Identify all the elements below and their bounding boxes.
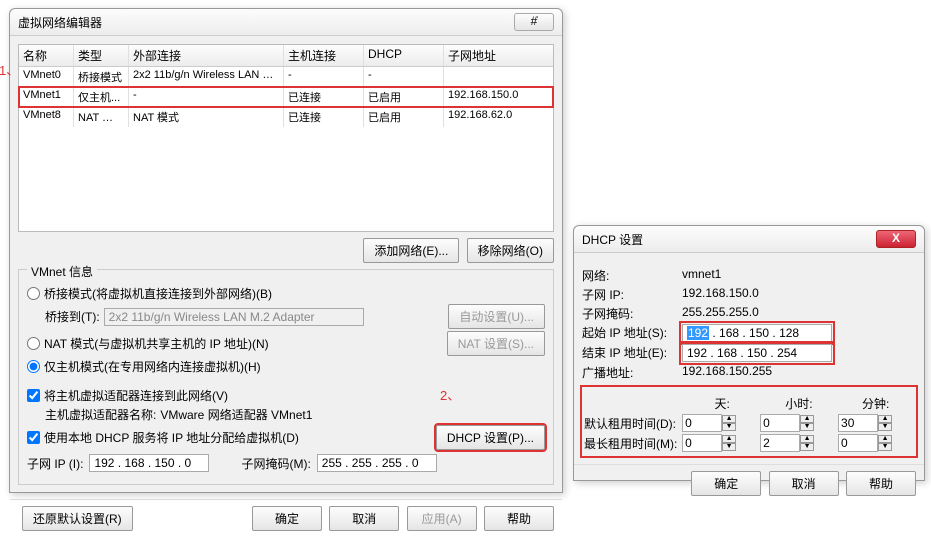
days-col: 天: xyxy=(684,395,761,412)
ok-button[interactable]: 确定 xyxy=(252,506,322,531)
broadcast-label: 广播地址: xyxy=(582,364,682,381)
cancel-button[interactable]: 取消 xyxy=(769,471,839,496)
col-type[interactable]: 类型 xyxy=(74,45,129,66)
network-value: vmnet1 xyxy=(682,267,721,284)
help-button[interactable]: 帮助 xyxy=(846,471,916,496)
remove-network-button[interactable]: 移除网络(O) xyxy=(467,238,554,263)
annotation-2: 2、 xyxy=(440,385,460,404)
bridge-mode-label: 桥接模式(将虚拟机直接连接到外部网络)(B) xyxy=(44,285,272,302)
nat-settings-button[interactable]: NAT 设置(S)... xyxy=(447,331,545,356)
dhcp-settings-dialog: DHCP 设置 X 网络:vmnet1 子网 IP:192.168.150.0 … xyxy=(573,225,925,481)
table-header: 名称 类型 外部连接 主机连接 DHCP 子网地址 xyxy=(19,45,553,67)
bridge-to-label: 桥接到(T): xyxy=(45,308,100,325)
auto-settings-button[interactable]: 自动设置(U)... xyxy=(448,304,545,329)
network-label: 网络: xyxy=(582,267,682,284)
subnet-ip-label: 子网 IP (I): xyxy=(27,455,83,472)
subnet-ip-value: 192.168.150.0 xyxy=(682,286,759,303)
spin-down-icon[interactable]: ▼ xyxy=(722,443,736,451)
default-lease-days[interactable] xyxy=(682,414,722,432)
end-ip-label: 结束 IP 地址(E): xyxy=(582,344,682,362)
default-lease-label: 默认租用时间(D): xyxy=(584,415,680,432)
annotation-1: 1、 xyxy=(0,60,19,79)
restore-defaults-button[interactable]: 还原默认设置(R) xyxy=(22,506,133,531)
connect-host-adapter-checkbox[interactable] xyxy=(27,389,40,402)
subnet-ip-label: 子网 IP: xyxy=(582,286,682,303)
use-dhcp-label: 使用本地 DHCP 服务将 IP 地址分配给虚拟机(D) xyxy=(44,429,299,446)
spin-up-icon[interactable]: ▲ xyxy=(878,415,892,423)
use-dhcp-checkbox[interactable] xyxy=(27,431,40,444)
subnet-mask-label: 子网掩码: xyxy=(582,305,682,322)
start-ip-label: 起始 IP 地址(S): xyxy=(582,324,682,342)
spin-up-icon[interactable]: ▲ xyxy=(800,415,814,423)
lease-time-group: 天: 小时: 分钟: 默认租用时间(D): ▲▼ ▲▼ ▲▼ 最长租用时间(M)… xyxy=(582,387,916,456)
network-table[interactable]: 名称 类型 外部连接 主机连接 DHCP 子网地址 VMnet0 桥接模式 2x… xyxy=(18,44,554,232)
add-network-button[interactable]: 添加网络(E)... xyxy=(363,238,459,263)
default-lease-minutes[interactable] xyxy=(838,414,878,432)
hours-col: 小时: xyxy=(761,395,838,412)
help-button[interactable]: 帮助 xyxy=(484,506,554,531)
connect-host-adapter-label: 将主机虚拟适配器连接到此网络(V) xyxy=(44,387,228,404)
host-only-radio[interactable] xyxy=(27,360,40,373)
dhcp-dialog-title: DHCP 设置 xyxy=(582,231,643,248)
max-lease-hours[interactable] xyxy=(760,434,800,452)
end-ip-input[interactable]: 192 . 168 . 150 . 254 xyxy=(682,344,832,362)
minutes-col: 分钟: xyxy=(837,395,914,412)
col-sub[interactable]: 子网地址 xyxy=(444,45,544,66)
ok-button[interactable]: 确定 xyxy=(691,471,761,496)
close-icon[interactable]: #̇ xyxy=(514,13,554,31)
cancel-button[interactable]: 取消 xyxy=(329,506,399,531)
subnet-mask-value: 255.255.255.0 xyxy=(682,305,759,322)
spin-up-icon[interactable]: ▲ xyxy=(722,435,736,443)
subnet-ip-input[interactable]: 192 . 168 . 150 . 0 xyxy=(89,454,209,472)
virtual-network-editor-dialog: 虚拟网络编辑器 #̇ 名称 类型 外部连接 主机连接 DHCP 子网地址 VMn… xyxy=(9,8,563,493)
max-lease-minutes[interactable] xyxy=(838,434,878,452)
max-lease-days[interactable] xyxy=(682,434,722,452)
subnet-mask-input[interactable]: 255 . 255 . 255 . 0 xyxy=(317,454,437,472)
adapter-name-label: 主机虚拟适配器名称: xyxy=(45,406,156,423)
default-lease-hours[interactable] xyxy=(760,414,800,432)
table-row[interactable]: VMnet8 NAT 模式 NAT 模式 已连接 已启用 192.168.62.… xyxy=(19,107,553,127)
bridge-mode-radio[interactable] xyxy=(27,287,40,300)
col-name[interactable]: 名称 xyxy=(19,45,74,66)
broadcast-value: 192.168.150.255 xyxy=(682,364,772,381)
spin-down-icon[interactable]: ▼ xyxy=(800,423,814,431)
spin-down-icon[interactable]: ▼ xyxy=(800,443,814,451)
spin-up-icon[interactable]: ▲ xyxy=(722,415,736,423)
titlebar: 虚拟网络编辑器 #̇ xyxy=(10,9,562,36)
vmnet-info-title: VMnet 信息 xyxy=(27,263,97,280)
spin-up-icon[interactable]: ▲ xyxy=(878,435,892,443)
col-dhcp[interactable]: DHCP xyxy=(364,45,444,66)
host-only-label: 仅主机模式(在专用网络内连接虚拟机)(H) xyxy=(44,358,261,375)
spin-down-icon[interactable]: ▼ xyxy=(878,443,892,451)
table-row[interactable]: VMnet1 仅主机... - 已连接 已启用 192.168.150.0 xyxy=(19,87,553,107)
table-row[interactable]: VMnet0 桥接模式 2x2 11b/g/n Wireless LAN M..… xyxy=(19,67,553,87)
adapter-name-value: VMware 网络适配器 VMnet1 xyxy=(160,406,312,423)
dhcp-settings-button[interactable]: DHCP 设置(P)... xyxy=(436,425,545,450)
bridge-adapter-select[interactable]: 2x2 11b/g/n Wireless LAN M.2 Adapter xyxy=(104,308,364,326)
dialog-title: 虚拟网络编辑器 xyxy=(18,14,102,31)
col-ext[interactable]: 外部连接 xyxy=(129,45,284,66)
vmnet-info-group: VMnet 信息 桥接模式(将虚拟机直接连接到外部网络)(B) 桥接到(T): … xyxy=(18,269,554,485)
subnet-mask-label: 子网掩码(M): xyxy=(241,455,310,472)
spin-down-icon[interactable]: ▼ xyxy=(722,423,736,431)
col-host[interactable]: 主机连接 xyxy=(284,45,364,66)
dhcp-titlebar: DHCP 设置 X xyxy=(574,226,924,253)
start-ip-input[interactable]: 192 . 168 . 150 . 128 xyxy=(682,324,832,342)
close-icon[interactable]: X xyxy=(876,230,916,248)
spin-down-icon[interactable]: ▼ xyxy=(878,423,892,431)
apply-button[interactable]: 应用(A) xyxy=(407,506,477,531)
nat-mode-label: NAT 模式(与虚拟机共享主机的 IP 地址)(N) xyxy=(44,335,269,352)
spin-up-icon[interactable]: ▲ xyxy=(800,435,814,443)
max-lease-label: 最长租用时间(M): xyxy=(584,435,680,452)
nat-mode-radio[interactable] xyxy=(27,337,40,350)
